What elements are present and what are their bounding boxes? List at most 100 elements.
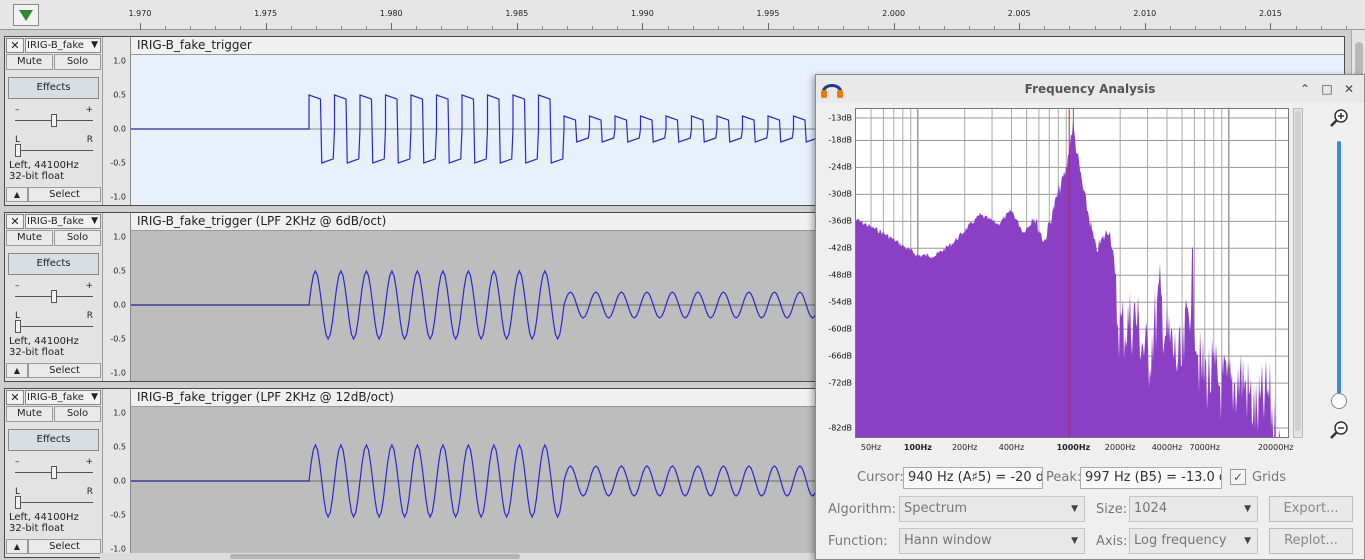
cursor-label: Cursor: [857,470,904,485]
solo-button[interactable]: Solo [54,406,101,422]
gain-slider-thumb[interactable] [51,290,57,303]
ruler-label: 1.990 [630,9,654,18]
pan-slider-thumb[interactable] [15,496,21,509]
pan-slider-thumb[interactable] [15,320,21,333]
amplitude-ruler: 1.0 0.5 0.0 -0.5 -1.0 [103,213,131,381]
gain-minus-label: – [15,457,20,467]
db-label: -24dB [828,162,852,172]
mute-button[interactable]: Mute [6,406,53,422]
ruler-minor-tick [366,26,368,30]
ruler-minor-tick [968,26,970,30]
mute-button[interactable]: Mute [6,54,53,70]
grids-checkbox[interactable]: ✓ [1230,469,1246,485]
gain-slider[interactable]: – + [15,105,93,127]
close-icon[interactable]: ✕ [1341,81,1357,97]
function-select[interactable]: Hann window ▼ [899,528,1085,554]
ruler-major-tick [1019,23,1021,30]
track-control-panel: ✕ IRIG-B_fake ▼ Mute Solo Effects – + L R… [5,37,103,205]
export-button[interactable]: Export... [1269,496,1353,522]
pan-slider-thumb[interactable] [15,144,21,157]
gain-plus-label: + [85,457,93,467]
amplitude-ruler: 1.0 0.5 0.0 -0.5 -1.0 [103,37,131,205]
collapse-track-button[interactable]: ▲ [6,539,28,554]
zoom-slider-thumb[interactable] [1331,393,1347,409]
amplitude-label: 0.5 [113,442,126,452]
plot-scrollbar[interactable] [1293,108,1303,438]
track-name-menu[interactable]: IRIG-B_fake ▼ [25,38,101,53]
track-format-info: Left, 44100Hz [9,160,79,171]
select-track-button[interactable]: Select [28,363,101,378]
ruler-minor-tick [918,26,920,30]
db-label: -18dB [828,135,852,145]
track-info: Left, 44100Hz 32-bit float [9,160,79,182]
axis-label: Axis: [1096,534,1128,549]
solo-button[interactable]: Solo [54,230,101,246]
effects-button[interactable]: Effects [8,429,99,451]
ruler-major-tick [140,23,141,30]
maximize-icon[interactable]: □ [1319,81,1335,97]
size-select[interactable]: 1024 ▼ [1129,496,1258,522]
pan-right-label: R [86,487,93,497]
ruler-minor-tick [491,26,493,30]
pan-slider[interactable]: L R [15,311,93,333]
select-track-button[interactable]: Select [28,187,101,202]
mute-button[interactable]: Mute [6,230,53,246]
ruler-minor-tick [692,26,694,30]
chevron-down-icon: ▼ [1071,536,1078,546]
gain-slider-thumb[interactable] [51,114,57,127]
ruler-minor-tick [1044,26,1046,30]
frequency-label: 20000Hz [1257,443,1294,452]
select-track-button[interactable]: Select [28,539,101,554]
ruler-minor-tick [567,26,569,30]
timeline-ruler[interactable]: 1.970 1.975 1.980 1.985 1.990 1.995 2.000 2.005… [0,0,1365,30]
dialog-title: Frequency Analysis [1024,82,1156,96]
collapse-track-button[interactable]: ▲ [6,363,28,378]
pan-slider[interactable]: L R [15,487,93,509]
gain-slider[interactable]: – + [15,281,93,303]
ruler-label: 1.985 [505,9,529,18]
zoom-in-icon[interactable] [1328,107,1350,129]
collapse-icon[interactable]: ⌃ [1297,81,1313,97]
track-close-button[interactable]: ✕ [6,390,24,405]
track-name-menu[interactable]: IRIG-B_fake ▼ [25,390,101,405]
pan-slider-track [15,150,93,151]
amplitude-label: -0.5 [110,158,126,168]
replot-button[interactable]: Replot... [1269,528,1353,554]
ruler-major-tick [768,23,769,30]
gain-plus-label: + [85,105,93,115]
pan-right-label: R [86,135,93,145]
track-close-button[interactable]: ✕ [6,214,24,229]
effects-button[interactable]: Effects [8,77,99,99]
amplitude-label: 0.5 [113,90,126,100]
track-name: IRIG-B_fake [27,40,84,51]
play-head-button[interactable] [13,4,39,26]
effects-button[interactable]: Effects [8,253,99,275]
track-name-menu[interactable]: IRIG-B_fake ▼ [25,214,101,229]
frequency-label: 400Hz [998,443,1025,452]
spectrum-plot[interactable] [855,108,1289,491]
db-label: -48dB [828,270,852,280]
dialog-titlebar[interactable]: Frequency Analysis ⌃ □ ✕ [816,75,1364,103]
frequency-label: 100Hz [903,443,932,452]
horizontal-scroll-thumb[interactable] [230,554,520,559]
chevron-down-icon: ▼ [1071,504,1078,514]
ruler-major-tick [391,23,393,30]
track-close-button[interactable]: ✕ [6,38,24,53]
solo-button[interactable]: Solo [54,54,101,70]
plot-scroll-thumb[interactable] [1295,111,1301,431]
amplitude-label: -1.0 [110,192,126,202]
zoom-out-icon[interactable] [1328,419,1350,441]
frequency-label: 50Hz [860,443,882,452]
gain-slider-thumb[interactable] [51,466,57,479]
function-label: Function: [828,534,888,549]
axis-select[interactable]: Log frequency ▼ [1129,528,1258,554]
algorithm-value: Spectrum [904,501,967,516]
ruler-minor-tick [1245,26,1247,30]
collapse-track-button[interactable]: ▲ [6,187,28,202]
gain-slider[interactable]: – + [15,457,93,479]
algorithm-select[interactable]: Spectrum ▼ [899,496,1085,522]
zoom-slider-track[interactable] [1337,141,1341,401]
ruler-minor-tick [1220,26,1222,30]
axis-value: Log frequency [1134,533,1227,548]
pan-slider[interactable]: L R [15,135,93,157]
